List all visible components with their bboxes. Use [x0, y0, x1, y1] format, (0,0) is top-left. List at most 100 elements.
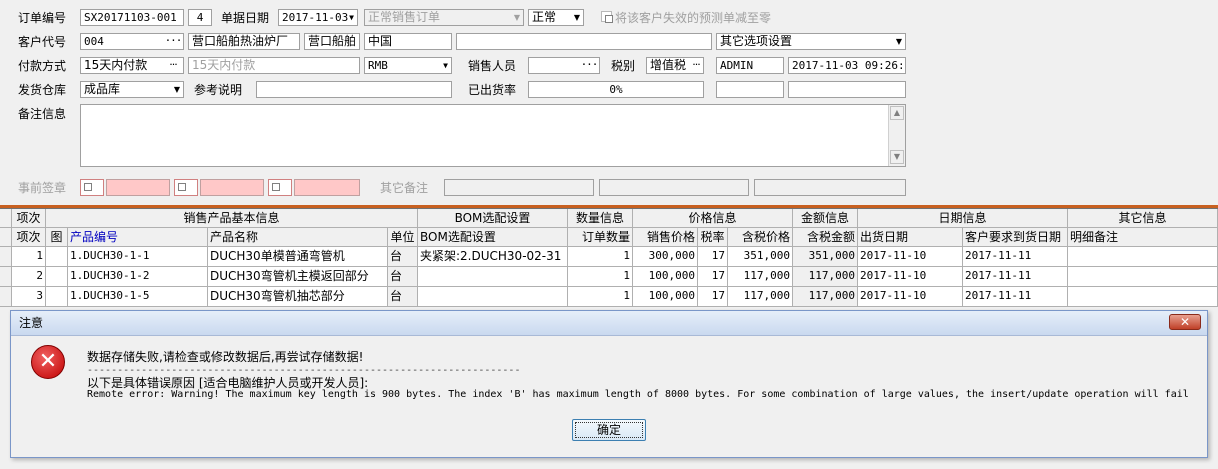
cell-tax-price[interactable]: 117,000 — [728, 267, 793, 287]
cell-tax-price[interactable]: 351,000 — [728, 247, 793, 267]
cell-image[interactable] — [46, 287, 68, 307]
cell-tax-price[interactable]: 117,000 — [728, 287, 793, 307]
other-remark-field-1[interactable] — [444, 179, 594, 196]
payment-desc-field[interactable]: 15天内付款 — [188, 57, 360, 74]
cell-ship-date[interactable]: 2017-11-10 — [858, 247, 963, 267]
payment-field[interactable]: 15天内付款 ··· — [80, 57, 184, 74]
cell-bom[interactable]: 夹紧架:2.DUCH30-02-31 — [418, 247, 568, 267]
cell-ship-date[interactable]: 2017-11-10 — [858, 267, 963, 287]
sign-field-2[interactable] — [200, 179, 264, 196]
cell-amount[interactable]: 117,000 — [793, 287, 858, 307]
row-indicator[interactable] — [0, 287, 12, 307]
cell-name[interactable]: DUCH30单模普通弯管机 — [208, 247, 388, 267]
cell-note[interactable] — [1068, 247, 1218, 267]
sales-person-field[interactable]: ··· — [528, 57, 600, 74]
ellipsis-icon[interactable]: ··· — [163, 58, 183, 73]
column-header[interactable]: 客户要求到货日期 — [963, 228, 1068, 247]
order-items-grid[interactable]: 项次 销售产品基本信息 BOM选配设置 数量信息 价格信息 金额信息 日期信息 … — [0, 208, 1218, 307]
row-indicator[interactable] — [0, 267, 12, 287]
cell-tax[interactable]: 17 — [698, 267, 728, 287]
ref-field[interactable] — [256, 81, 452, 98]
remark-scrollbar[interactable]: ▲ ▼ — [888, 105, 905, 166]
customer-short-field[interactable]: 营口船舶 — [304, 33, 360, 50]
other-options-select[interactable]: 其它选项设置 — [716, 33, 906, 50]
extra-field-1[interactable] — [716, 81, 784, 98]
column-header[interactable]: 明细备注 — [1068, 228, 1218, 247]
sign-checkbox-1[interactable] — [80, 179, 104, 196]
cell-unit[interactable]: 台 — [388, 267, 418, 287]
column-header[interactable]: BOM选配设置 — [418, 228, 568, 247]
ellipsis-icon[interactable]: ··· — [579, 58, 599, 73]
cell-tax[interactable]: 17 — [698, 287, 728, 307]
cell-qty[interactable]: 1 — [568, 287, 633, 307]
cell-amount[interactable]: 351,000 — [793, 247, 858, 267]
column-header[interactable]: 产品编号 — [68, 228, 208, 247]
ok-button[interactable]: 确定 — [572, 419, 646, 441]
customer-code-field[interactable]: 004 ··· — [80, 33, 184, 50]
cell-price[interactable]: 100,000 — [633, 287, 698, 307]
column-header[interactable]: 产品名称 — [208, 228, 388, 247]
status-select[interactable]: 正常 — [528, 9, 584, 26]
cell-code[interactable]: 1.DUCH30-1-5 — [68, 287, 208, 307]
cell-req-date[interactable]: 2017-11-11 — [963, 287, 1068, 307]
cell-qty[interactable]: 1 — [568, 267, 633, 287]
cell-amount[interactable]: 117,000 — [793, 267, 858, 287]
sign-field-1[interactable] — [106, 179, 170, 196]
column-header[interactable]: 含税价格 — [728, 228, 793, 247]
sign-field-3[interactable] — [294, 179, 360, 196]
error-dialog[interactable]: 注意 ✕ ✕ 数据存储失败,请检查或修改数据后,再尝试存储数据! -------… — [10, 310, 1208, 458]
dialog-titlebar[interactable]: 注意 ✕ — [11, 311, 1207, 336]
sign-checkbox-2[interactable] — [174, 179, 198, 196]
cell-seq[interactable]: 3 — [12, 287, 46, 307]
currency-select[interactable]: RMB — [364, 57, 452, 74]
cell-unit[interactable]: 台 — [388, 287, 418, 307]
column-header[interactable]: 出货日期 — [858, 228, 963, 247]
column-header[interactable]: 图 — [46, 228, 68, 247]
cell-req-date[interactable]: 2017-11-11 — [963, 247, 1068, 267]
column-header[interactable]: 销售价格 — [633, 228, 698, 247]
order-type-select[interactable]: 正常销售订单 — [364, 9, 524, 26]
close-icon[interactable]: ✕ — [1169, 314, 1201, 330]
other-remark-field-3[interactable] — [754, 179, 906, 196]
cell-qty[interactable]: 1 — [568, 247, 633, 267]
cell-unit[interactable]: 台 — [388, 247, 418, 267]
ellipsis-icon[interactable]: ··· — [689, 58, 703, 73]
cell-ship-date[interactable]: 2017-11-10 — [858, 287, 963, 307]
cell-code[interactable]: 1.DUCH30-1-1 — [68, 247, 208, 267]
cell-name[interactable]: DUCH30弯管机抽芯部分 — [208, 287, 388, 307]
row-indicator[interactable] — [0, 247, 12, 267]
sign-checkbox-3[interactable] — [268, 179, 292, 196]
order-seq-field[interactable]: 4 — [188, 9, 212, 26]
warehouse-select[interactable]: 成品库 — [80, 81, 184, 98]
extra-field-2[interactable] — [788, 81, 906, 98]
cell-note[interactable] — [1068, 287, 1218, 307]
cell-seq[interactable]: 2 — [12, 267, 46, 287]
date-picker[interactable]: 2017-11-03 — [278, 9, 358, 26]
customer-extra-field[interactable] — [456, 33, 712, 50]
cell-price[interactable]: 300,000 — [633, 247, 698, 267]
remark-textarea[interactable]: ▲ ▼ — [80, 104, 906, 167]
column-header[interactable]: 单位 — [388, 228, 418, 247]
cell-price[interactable]: 100,000 — [633, 267, 698, 287]
order-no-field[interactable]: SX20171103-001 — [80, 9, 184, 26]
ellipsis-icon[interactable]: ··· — [163, 34, 183, 49]
scroll-up-icon[interactable]: ▲ — [890, 106, 904, 120]
column-header[interactable]: 含税金额 — [793, 228, 858, 247]
cell-bom[interactable] — [418, 267, 568, 287]
cell-bom[interactable] — [418, 287, 568, 307]
column-header[interactable]: 税率 — [698, 228, 728, 247]
exclude-checkbox[interactable] — [601, 11, 613, 23]
scroll-down-icon[interactable]: ▼ — [890, 150, 904, 164]
tax-type-field[interactable]: 增值税 ··· — [646, 57, 704, 74]
country-field[interactable]: 中国 — [364, 33, 452, 50]
customer-name-field[interactable]: 营口船舶热油炉厂 — [188, 33, 300, 50]
other-remark-field-2[interactable] — [599, 179, 749, 196]
cell-code[interactable]: 1.DUCH30-1-2 — [68, 267, 208, 287]
cell-tax[interactable]: 17 — [698, 247, 728, 267]
column-header[interactable]: 订单数量 — [568, 228, 633, 247]
cell-req-date[interactable]: 2017-11-11 — [963, 267, 1068, 287]
column-header[interactable]: 项次 — [12, 228, 46, 247]
cell-image[interactable] — [46, 247, 68, 267]
cell-seq[interactable]: 1 — [12, 247, 46, 267]
cell-image[interactable] — [46, 267, 68, 287]
